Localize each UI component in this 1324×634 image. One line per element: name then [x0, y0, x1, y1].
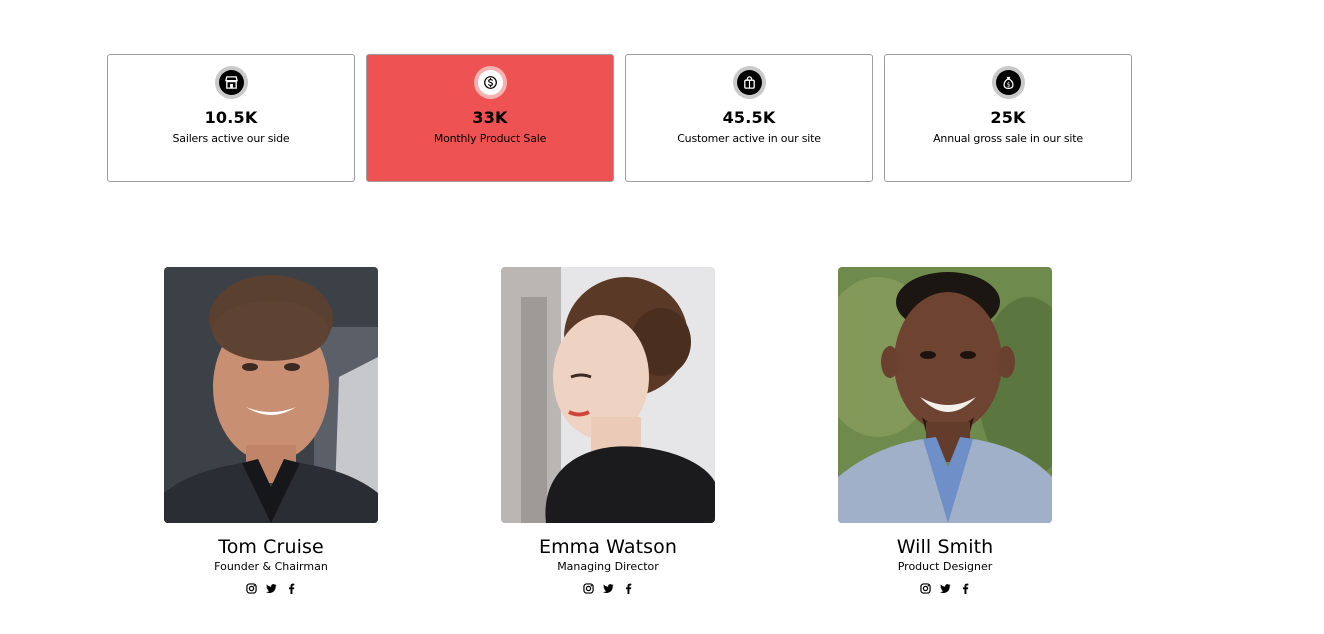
instagram-icon[interactable] [582, 583, 594, 594]
member-role: Product Designer [897, 560, 993, 573]
portrait-photo [164, 267, 378, 523]
portrait-photo [501, 267, 715, 523]
dollar-coin-icon [473, 66, 507, 99]
svg-text:$: $ [1006, 81, 1010, 88]
stat-value: 25K [990, 108, 1026, 127]
stat-value: 45.5K [722, 108, 776, 127]
instagram-icon[interactable] [245, 583, 257, 594]
member-role: Founder & Chairman [214, 560, 328, 573]
stat-card-monthly-sale[interactable]: 33K Monthly Product Sale [366, 54, 614, 182]
twitter-icon[interactable] [939, 583, 951, 594]
stat-label: Annual gross sale in our site [933, 132, 1083, 145]
money-bag-icon: $ [991, 66, 1025, 99]
facebook-icon[interactable] [286, 583, 297, 594]
store-icon [214, 66, 248, 99]
twitter-icon[interactable] [265, 583, 277, 594]
facebook-icon[interactable] [960, 583, 971, 594]
stats-section: 10.5K Sailers active our side 33K Monthl… [107, 54, 1132, 182]
social-links [919, 583, 971, 594]
shopping-bag-icon [732, 66, 766, 99]
team-member-card: Will Smith Product Designer [838, 267, 1052, 594]
twitter-icon[interactable] [602, 583, 614, 594]
instagram-icon[interactable] [919, 583, 931, 594]
portrait-photo [838, 267, 1052, 523]
stat-card-annual-sale[interactable]: $ 25K Annual gross sale in our site [884, 54, 1132, 182]
team-member-card: Tom Cruise Founder & Chairman [164, 267, 378, 594]
facebook-icon[interactable] [623, 583, 634, 594]
stat-card-customers[interactable]: 45.5K Customer active in our site [625, 54, 873, 182]
stat-value: 10.5K [204, 108, 258, 127]
stat-label: Customer active in our site [677, 132, 821, 145]
stat-label: Sailers active our side [172, 132, 290, 145]
member-name: Tom Cruise [218, 536, 324, 558]
stat-card-sellers[interactable]: 10.5K Sailers active our side [107, 54, 355, 182]
social-links [245, 583, 297, 594]
stat-value: 33K [472, 108, 508, 127]
member-role: Managing Director [557, 560, 659, 573]
stat-label: Monthly Product Sale [433, 132, 547, 145]
social-links [582, 583, 634, 594]
team-section: Tom Cruise Founder & Chairman Emma Watso… [164, 267, 1052, 594]
team-member-card: Emma Watson Managing Director [501, 267, 715, 594]
member-name: Emma Watson [538, 536, 678, 558]
member-name: Will Smith [896, 536, 994, 558]
